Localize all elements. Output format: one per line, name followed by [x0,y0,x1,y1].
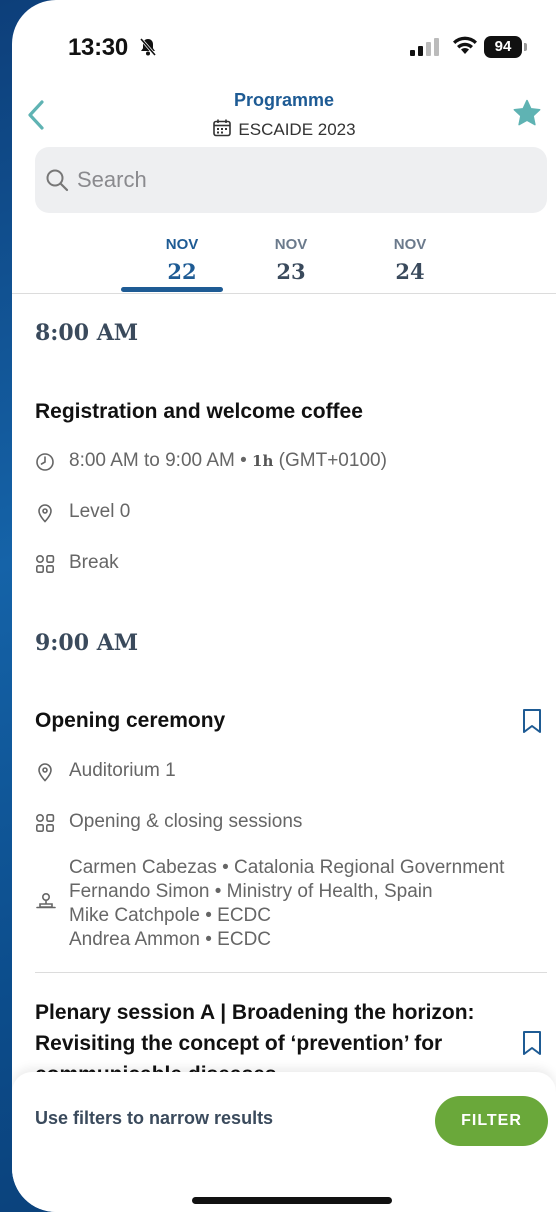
tab-day: 24 [395,259,425,284]
status-bar: 13:30 94 [12,0,556,90]
clock-icon [36,453,54,471]
filter-button[interactable]: FILTER [435,1096,548,1146]
tab-nov-22[interactable]: NOV 22 [132,228,232,284]
page-title: Programme [233,90,335,110]
home-indicator[interactable] [192,1197,392,1204]
battery-level: 94 [484,36,522,58]
speaker-list: Carmen Cabezas • Catalonia Regional Gove… [69,856,504,952]
tab-month: NOV [165,236,199,253]
search-input[interactable] [77,163,517,197]
duration: 1h [252,452,274,470]
bell-muted-icon [138,37,158,62]
date-tabs: NOV 22 NOV 23 NOV 24 [12,228,556,294]
location-text: Auditorium 1 [69,760,176,781]
search-icon [46,169,69,192]
tab-nov-24[interactable]: NOV 24 [360,228,460,284]
tab-day: 22 [167,259,197,284]
category-text: Opening & closing sessions [69,811,303,832]
cellular-signal-icon [410,38,440,61]
event-subtitle: ESCAIDE 2023 [12,118,556,140]
active-tab-indicator [121,287,223,292]
wifi-icon [452,36,478,61]
location-pin-icon [38,763,52,782]
speaker-item: Andrea Ammon • ECDC [69,929,272,950]
time-slot-heading: 9:00 AM [35,630,139,656]
divider [35,972,547,973]
category-grid-icon [35,554,55,574]
session-title[interactable]: Registration and welcome coffee [35,396,505,427]
category-grid-icon [35,813,55,833]
navigation-bar: Programme ESCAIDE 2023 [12,88,556,144]
speaker-item: Fernando Simon • Ministry of Health, Spa… [69,881,433,902]
status-time: 13:30 [68,34,128,61]
time-range: 8:00 AM to 9:00 AM [69,450,235,471]
battery-tip [524,43,527,51]
bookmark-icon[interactable] [521,708,543,739]
location-text: Level 0 [69,501,131,522]
session-time-text: 8:00 AM to 9:00 AM • 1h (GMT+0100) [69,450,387,472]
speaker-icon [35,892,57,917]
filter-panel: Use filters to narrow results FILTER [12,1072,556,1212]
calendar-icon [213,119,232,137]
filter-hint: Use filters to narrow results [35,1108,274,1128]
star-favorite-icon[interactable] [512,98,542,133]
timezone: (GMT+0100) [278,450,387,471]
tab-month: NOV [274,236,308,253]
tab-month: NOV [393,236,427,253]
separator-dot: • [240,450,247,471]
time-slot-heading: 8:00 AM [35,320,139,346]
speaker-item: Carmen Cabezas • Catalonia Regional Gove… [69,857,505,878]
tab-day: 23 [276,259,306,284]
bookmark-icon[interactable] [521,1030,543,1061]
event-name: ESCAIDE 2023 [238,120,356,139]
search-bar[interactable] [35,147,547,213]
category-text: Break [69,552,119,573]
speaker-item: Mike Catchpole • ECDC [69,905,271,926]
session-title[interactable]: Opening ceremony [35,705,505,736]
app-screen: 13:30 94 Programme ESCAIDE 2023 Search N… [12,0,556,1212]
tab-nov-23[interactable]: NOV 23 [241,228,341,284]
location-pin-icon [38,504,52,523]
